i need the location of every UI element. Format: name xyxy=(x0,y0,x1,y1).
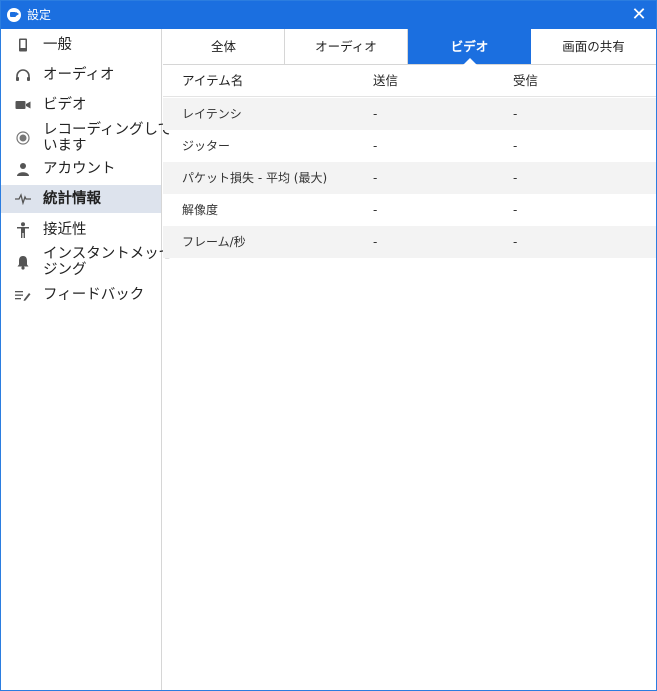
row-receive-value: - xyxy=(513,107,518,121)
tab-overall[interactable]: 全体 xyxy=(163,29,285,64)
tab-label: オーディオ xyxy=(315,39,377,54)
row-item-name: レイテンシ xyxy=(182,107,242,121)
table-header-row: アイテム名 送信 受信 xyxy=(163,65,656,97)
pulse-icon xyxy=(15,191,31,207)
row-receive-value: - xyxy=(513,203,518,217)
tab-label: 全体 xyxy=(210,39,236,54)
row-receive-value: - xyxy=(513,139,518,153)
sidebar-item-account[interactable]: アカウント xyxy=(1,157,161,181)
tab-label: 画面の共有 xyxy=(562,39,625,54)
sidebar-item-accessibility[interactable]: 接近性 xyxy=(1,217,161,243)
tab-video[interactable]: ビデオ xyxy=(408,29,531,65)
sidebar-item-label: ビデオ xyxy=(43,97,87,113)
row-receive-value: - xyxy=(513,235,518,249)
tab-label: ビデオ xyxy=(450,39,489,54)
accessibility-icon xyxy=(15,222,31,238)
row-item-name: パケット損失 - 平均 (最大) xyxy=(182,171,328,185)
row-receive-value: - xyxy=(513,171,518,185)
sidebar-item-audio[interactable]: オーディオ xyxy=(1,63,161,87)
record-icon xyxy=(15,130,31,146)
settings-window: 設定 ✕ 一般 オーディオ ビデオ レコーディングして います アカウント 統計… xyxy=(0,0,657,691)
sidebar-item-recording[interactable]: レコーディングして います xyxy=(1,121,172,155)
sidebar-item-label: 一般 xyxy=(43,37,72,53)
zoom-app-icon xyxy=(7,8,21,22)
title-bar: 設定 ✕ xyxy=(1,1,656,29)
sidebar-item-label: レコーディングして います xyxy=(43,122,173,154)
active-tab-caret xyxy=(462,58,477,65)
sidebar-item-general[interactable]: 一般 xyxy=(1,33,161,57)
column-header-send: 送信 xyxy=(373,73,399,88)
window-title: 設定 xyxy=(27,8,52,22)
sidebar-item-feedback[interactable]: フィードバック xyxy=(1,283,161,307)
row-send-value: - xyxy=(373,107,378,121)
bell-icon xyxy=(15,254,31,270)
row-send-value: - xyxy=(373,139,378,153)
sidebar-item-video[interactable]: ビデオ xyxy=(1,93,161,117)
table-row: 解像度 - - xyxy=(163,194,656,226)
headphones-icon xyxy=(15,67,31,83)
video-camera-icon xyxy=(15,97,31,113)
row-item-name: フレーム/秒 xyxy=(182,235,246,249)
row-send-value: - xyxy=(373,235,378,249)
sidebar-item-label: 統計情報 xyxy=(43,191,101,207)
sidebar-item-instant-messaging[interactable]: インスタントメッセー ジング xyxy=(1,245,188,279)
sidebar-item-label: フィードバック xyxy=(43,287,145,303)
row-send-value: - xyxy=(373,171,378,185)
phone-icon xyxy=(15,37,31,53)
settings-sidebar: 一般 オーディオ ビデオ レコーディングして います アカウント 統計情報 接近… xyxy=(1,29,188,690)
tab-audio[interactable]: オーディオ xyxy=(285,29,408,64)
column-header-item-name: アイテム名 xyxy=(182,73,244,88)
table-row: レイテンシ - - xyxy=(163,98,656,130)
column-header-receive: 受信 xyxy=(513,73,539,88)
person-icon xyxy=(15,161,31,177)
sidebar-item-statistics[interactable]: 統計情報 xyxy=(1,185,161,213)
close-icon[interactable]: ✕ xyxy=(626,3,652,27)
sidebar-item-label: アカウント xyxy=(43,161,116,177)
row-send-value: - xyxy=(373,203,378,217)
feedback-icon xyxy=(15,287,31,303)
row-item-name: ジッター xyxy=(182,139,231,153)
sidebar-item-label: 接近性 xyxy=(43,222,87,238)
row-item-name: 解像度 xyxy=(182,203,219,217)
tab-screen-share[interactable]: 画面の共有 xyxy=(531,29,656,64)
table-row: ジッター - - xyxy=(163,130,656,162)
table-row: パケット損失 - 平均 (最大) - - xyxy=(163,162,656,194)
sidebar-item-label: オーディオ xyxy=(43,67,115,83)
table-row: フレーム/秒 - - xyxy=(163,226,656,258)
statistics-tabs: 全体 オーディオ ビデオ 画面の共有 xyxy=(163,29,656,65)
